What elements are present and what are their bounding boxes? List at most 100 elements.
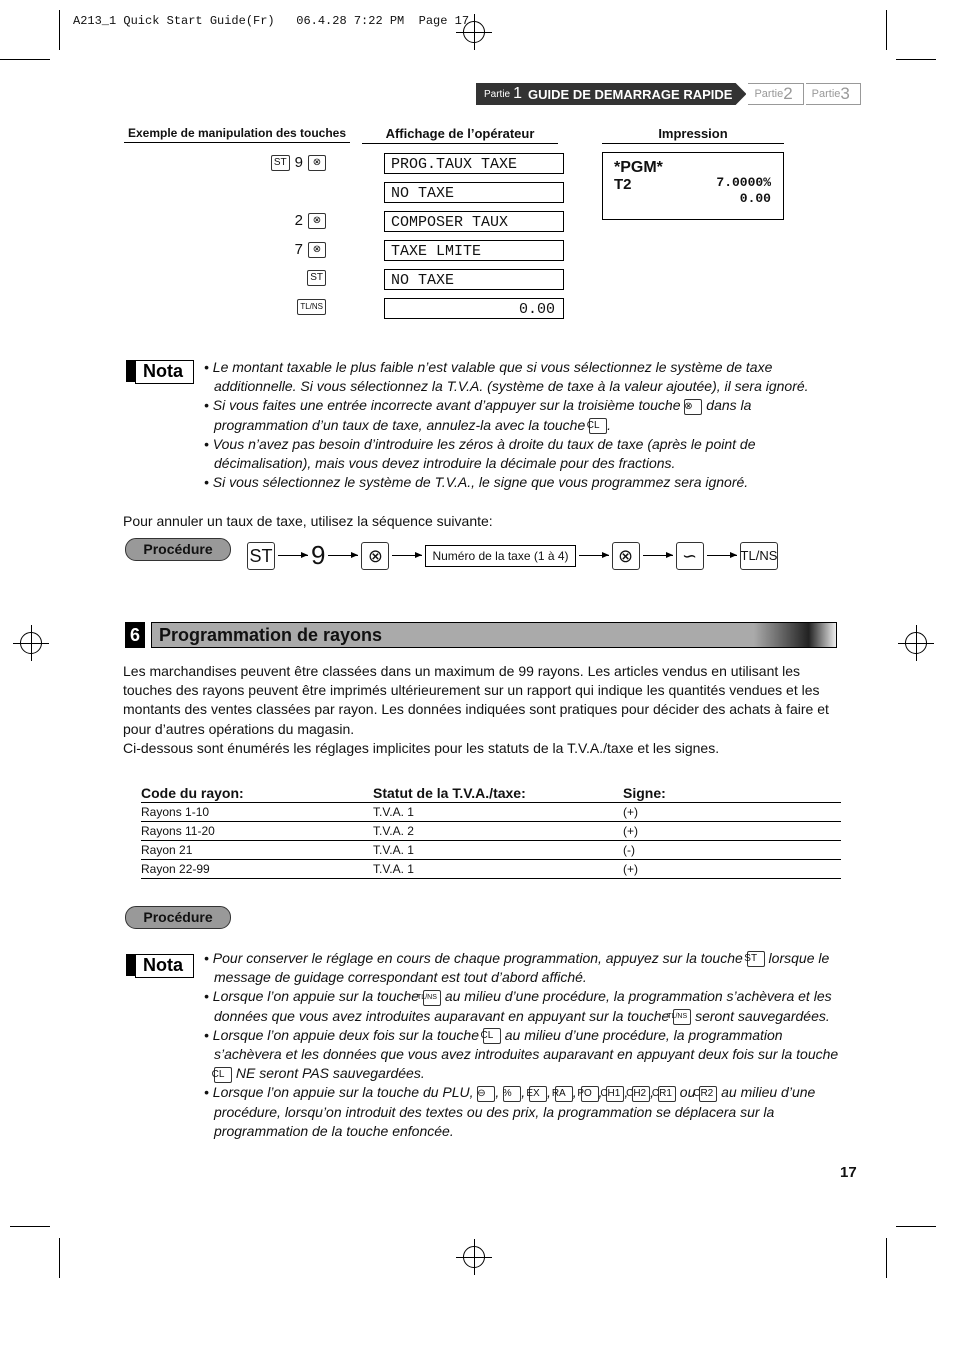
multiply-key: ⊗ — [308, 154, 326, 171]
section-title: Programmation de rayons — [151, 622, 837, 648]
note-text: Lorsque l’on appuie deux fois sur la tou… — [212, 1026, 483, 1043]
note-text: . — [607, 416, 612, 433]
arrow-icon — [278, 552, 308, 558]
page-number: 17 — [840, 1164, 857, 1181]
total-key: TL/NS — [739, 541, 779, 570]
note-item: • Vous n’avez pas besoin d’introduire le… — [204, 435, 756, 472]
operator-display: NO TAXE — [384, 269, 564, 290]
receipt-line-pgm: *PGM* — [614, 159, 663, 176]
table-row: Rayon 21 T.V.A. 1 (-) — [141, 840, 841, 860]
cl-key: CL — [587, 417, 608, 434]
receipt-print: *PGM* T2 7.0000% 0.00 — [602, 152, 784, 220]
note-item: • Lorsque l’on appuie sur la touche du P… — [204, 1084, 816, 1139]
total-key: TL/NS — [417, 989, 441, 1006]
note-text: Le montant taxable le plus faible n’est … — [212, 359, 809, 395]
cr1-key: CR1 — [652, 1085, 676, 1102]
header-code: Code du rayon: — [141, 784, 373, 803]
note-text: Si vous faites une entrée incorrecte ava… — [212, 397, 685, 414]
operator-display: NO TAXE — [384, 182, 564, 203]
part-2-tab: Partie 2 — [748, 83, 804, 105]
arrow-icon — [328, 552, 359, 558]
digit: 7 — [294, 241, 303, 258]
note-text: Lorsque l’on appuie sur la touche du PLU… — [212, 1084, 478, 1101]
table-cell: (-) — [623, 840, 841, 860]
arrow-icon — [392, 552, 423, 558]
note-text: Si vous sélectionnez le système de T.V.A… — [212, 474, 749, 491]
arrow-icon — [642, 552, 673, 558]
arrow-icon — [578, 552, 609, 558]
part-1-tab: Partie 1 GUIDE DE DEMARRAGE RAPIDE — [476, 83, 747, 105]
multiply-key: ⊗ — [308, 212, 326, 229]
table-row: Rayons 1-10 T.V.A. 1 (+) — [141, 802, 841, 822]
page: A213_1 Quick Start Guide(Fr) 06.4.28 7:2… — [0, 0, 954, 1351]
section-header: 6 Programmation de rayons — [125, 622, 837, 648]
tax-number-box: Numéro de la taxe (1 à 4) — [425, 544, 576, 567]
ch1-key: CH1 — [600, 1085, 625, 1102]
part-navigation: Partie 1 GUIDE DE DEMARRAGE RAPIDE Partie 2… — [476, 83, 861, 105]
nota-list-2: • Pour conserver le réglage en cours de … — [204, 949, 844, 1141]
note-text: NE seront PAS sauvegardées. — [232, 1065, 425, 1082]
note-text: seront sauvegardées. — [691, 1007, 830, 1024]
note-text: Lorsque l’on appuie sur la touche — [212, 988, 423, 1005]
header-status: Statut de la T.V.A./taxe: — [373, 784, 623, 803]
table-cell: Rayons 1-10 — [141, 802, 373, 822]
col-display-heading: Affichage de l’opérateur — [362, 126, 558, 144]
receipt-amount: 0.00 — [739, 191, 771, 206]
table-cell: (+) — [623, 802, 841, 822]
defaults-table: Code du rayon: Statut de la T.V.A./taxe:… — [141, 784, 841, 879]
note-item: • Pour conserver le réglage en cours de … — [204, 950, 830, 986]
ex-key: EX — [526, 1085, 547, 1102]
nota-label: Nota — [126, 360, 194, 384]
table-row: Rayon 22-99 T.V.A. 1 (+) — [141, 859, 841, 879]
operator-display: 0.00 — [384, 298, 564, 319]
arrow-icon — [706, 552, 737, 558]
table-cell: T.V.A. 1 — [373, 859, 623, 879]
header-sign: Signe: — [623, 784, 841, 803]
percent-key: % — [503, 1085, 522, 1102]
col-keys-heading: Exemple de manipulation des touches — [124, 126, 350, 143]
intro-paragraph: Les marchandises peuvent être classées d… — [123, 663, 829, 737]
part-3-tab: Partie 3 — [805, 83, 861, 105]
receipt-rate: 7.0000% — [716, 175, 771, 190]
table-row: Rayons 11-20 T.V.A. 2 (+) — [141, 821, 841, 841]
st-key: ST — [247, 541, 275, 570]
operator-display: TAXE LMITE — [384, 240, 564, 261]
table-cell: Rayon 22-99 — [141, 859, 373, 879]
procedure-badge-2: Procédure — [125, 906, 231, 929]
st-key: ST — [270, 154, 290, 171]
st-key: ST — [744, 951, 765, 968]
table-cell: (+) — [623, 821, 841, 841]
note-item: • Lorsque l’on appuie sur la touche TL/N… — [204, 988, 832, 1025]
section-number: 6 — [125, 622, 145, 648]
operator-display: PROG.TAUX TAXE — [384, 153, 564, 174]
col-print-heading: Impression — [602, 126, 784, 144]
table-cell: T.V.A. 2 — [373, 821, 623, 841]
table-cell: (+) — [623, 859, 841, 879]
cr2-key: CR2 — [693, 1085, 718, 1102]
cancel-instruction: Pour annuler un taux de taxe, utilisez l… — [123, 513, 493, 529]
digit: 2 — [294, 212, 303, 229]
ra-key: RA — [552, 1085, 573, 1102]
cl-key: CL — [480, 1028, 501, 1045]
subtotal-key: ∽ — [675, 541, 704, 570]
note-item: • Le montant taxable le plus faible n’es… — [204, 359, 809, 395]
digit: 9 — [311, 540, 326, 570]
receipt-tax-label: T2 — [614, 176, 632, 193]
nota-label-2: Nota — [126, 954, 194, 978]
operator-display: COMPOSER TAUX — [384, 211, 564, 232]
note-item: • Lorsque l’on appuie deux fois sur la t… — [204, 1026, 839, 1083]
key-sequence-row: ST 9 ⊗ — [270, 154, 326, 171]
table-cell: T.V.A. 1 — [373, 840, 623, 860]
total-key: TL/NS — [667, 1008, 692, 1025]
multiply-key: ⊗ — [308, 241, 326, 258]
procedure-badge: Procédure — [125, 538, 231, 561]
cancel-sequence: ST 9 ⊗ Numéro de la taxe (1 à 4) ⊗ ∽ TL/NS — [247, 540, 779, 571]
key-sequence-row: TL/NS — [297, 299, 326, 315]
nota-list: • Le montant taxable le plus faible n’es… — [204, 358, 844, 492]
note-text: Vous n’avez pas besoin d’introduire les … — [212, 435, 756, 472]
table-cell: T.V.A. 1 — [373, 802, 623, 822]
multiply-key: ⊗ — [684, 398, 703, 415]
ch2-key: CH2 — [626, 1085, 651, 1102]
note-item: • Si vous sélectionnez le système de T.V… — [204, 474, 749, 491]
minus-key: ⊖ — [477, 1085, 496, 1102]
